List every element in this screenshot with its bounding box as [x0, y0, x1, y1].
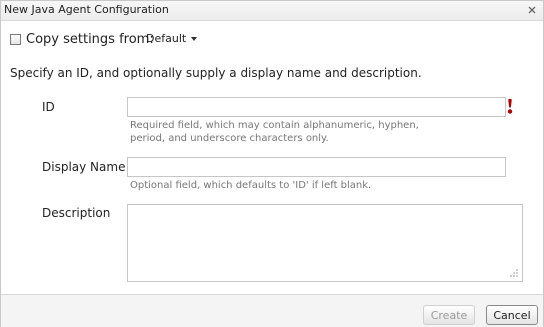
id-hint-line-1: Required field, which may contain alphan…: [130, 120, 419, 131]
id-label: ID: [42, 100, 55, 114]
display-name-hint: Optional field, which defaults to 'ID' i…: [130, 180, 372, 191]
copy-source-value: Default: [146, 31, 187, 45]
id-hint-line-2: period, and underscore characters only.: [130, 133, 329, 144]
required-icon: [507, 98, 513, 114]
display-name-label: Display Name: [42, 160, 126, 174]
copy-source-dropdown[interactable]: Default: [146, 31, 198, 45]
copy-settings-label: Copy settings from:: [26, 31, 154, 47]
new-java-agent-configuration-dialog: New Java Agent Configuration Copy settin…: [0, 0, 544, 327]
description-textarea[interactable]: [127, 204, 523, 282]
close-icon: [528, 6, 536, 14]
instructions-text: Specify an ID, and optionally supply a d…: [10, 66, 422, 80]
id-hint: Required field, which may contain alphan…: [130, 119, 419, 145]
close-button[interactable]: [525, 2, 539, 18]
copy-settings-row: Copy settings from:: [10, 31, 154, 47]
id-input[interactable]: [127, 97, 506, 117]
description-label: Description: [42, 206, 111, 220]
resize-grip-icon[interactable]: [509, 268, 519, 278]
cancel-button[interactable]: Cancel: [486, 305, 538, 325]
dialog-titlebar: New Java Agent Configuration: [1, 1, 543, 21]
display-name-input[interactable]: [127, 157, 506, 177]
dialog-title: New Java Agent Configuration: [4, 3, 169, 16]
dialog-footer: Create Cancel: [1, 294, 543, 327]
copy-settings-checkbox[interactable]: [10, 33, 21, 45]
chevron-down-icon: [191, 36, 198, 41]
create-button[interactable]: Create: [423, 305, 475, 325]
